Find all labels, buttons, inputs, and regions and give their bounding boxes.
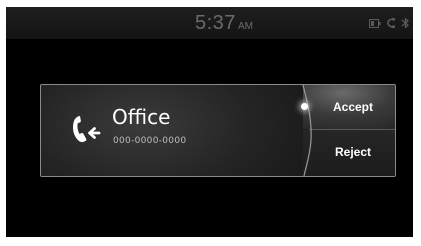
clock-am-pm: AM <box>237 21 253 32</box>
phone-signal-icon <box>387 18 395 28</box>
status-bar: 5:37 AM <box>6 7 413 39</box>
button-separator-curve <box>302 85 312 176</box>
caller-name: Office <box>112 105 171 129</box>
bluetooth-icon <box>401 18 410 28</box>
selection-indicator <box>301 103 308 110</box>
caller-number: 000-0000-0000 <box>113 136 187 146</box>
reject-button[interactable]: Reject <box>303 130 395 176</box>
accept-button-label: Accept <box>332 100 373 114</box>
incoming-call-screen: 5:37 AM Office 000-0000-0000 Accept Reje… <box>6 7 413 237</box>
button-divider <box>309 129 395 130</box>
battery-icon <box>369 18 381 28</box>
reject-button-label: Reject <box>334 145 372 159</box>
status-clock: 5:37 AM <box>195 13 253 37</box>
accept-button[interactable]: Accept <box>303 85 395 129</box>
clock-time: 5:37 <box>195 12 236 34</box>
status-icons <box>369 16 410 30</box>
incoming-call-card: Office 000-0000-0000 Accept Reject <box>40 84 396 177</box>
incoming-call-icon <box>69 113 101 145</box>
